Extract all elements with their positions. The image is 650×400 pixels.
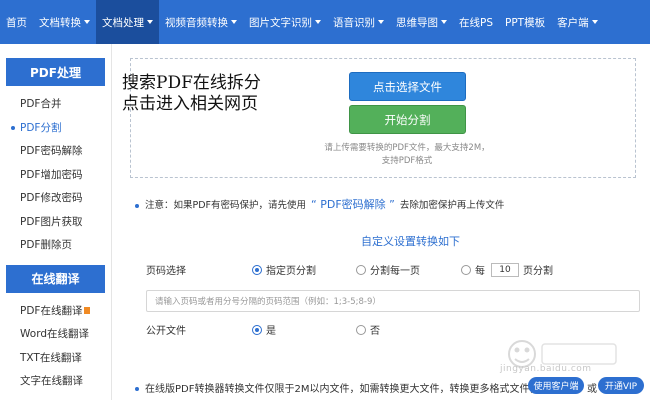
nav-item-label: 客户端 [557, 16, 589, 29]
sidebar-item-pdf-1[interactable]: PDF分割 [0, 116, 111, 140]
radio-circle-icon [356, 264, 366, 275]
password-notice: 注意：如果PDF有密码保护，请先使用 “ PDF密码解除 ” 去除加密保护再上传文件 [135, 196, 504, 212]
notice-suffix: 去除加密保护再上传文件 [399, 200, 505, 211]
public-file-label: 公开文件 [146, 326, 186, 337]
annotation-line-1: 搜索PDF在线拆分 [122, 73, 261, 93]
chevron-down-icon [231, 20, 237, 24]
radio-circle-icon [461, 264, 471, 275]
sidebar-item-label: 文字在线翻译 [20, 375, 83, 388]
radio-public-no-label: 否 [370, 326, 380, 337]
nav-item-label: 文档处理 [102, 16, 144, 29]
select-file-button[interactable]: 点击选择文件 [349, 72, 466, 101]
nav-item-label: 视频音频转换 [165, 16, 228, 29]
nav-item-4[interactable]: 图片文字识别 [243, 0, 327, 44]
nav-item-9[interactable]: 客户端 [551, 0, 604, 44]
sidebar-item-label: PDF增加密码 [20, 168, 83, 181]
sidebar-item-label: Word在线翻译 [20, 328, 89, 341]
sidebar-item-translate-3[interactable]: 文字在线翻译 [0, 369, 111, 393]
sidebar-item-pdf-5[interactable]: PDF图片获取 [0, 210, 111, 234]
pdf-unlock-link[interactable]: “ PDF密码解除 ” [311, 198, 395, 211]
radio-circle-icon [252, 324, 262, 335]
nav-item-5[interactable]: 语音识别 [327, 0, 390, 44]
footer-or: 或 [587, 384, 597, 395]
sidebar-item-pdf-2[interactable]: PDF密码解除 [0, 139, 111, 163]
radio-specified-label: 指定页分割 [266, 266, 316, 277]
new-badge-icon [84, 306, 91, 314]
nav-item-7[interactable]: 在线PS [453, 0, 499, 44]
chevron-down-icon [378, 20, 384, 24]
sidebar-item-pdf-3[interactable]: PDF增加密码 [0, 163, 111, 187]
nav-item-label: 思维导图 [396, 16, 438, 29]
nav-item-6[interactable]: 思维导图 [390, 0, 453, 44]
nav-item-1[interactable]: 文档转换 [33, 0, 96, 44]
nav-item-0[interactable]: 首页 [0, 0, 33, 44]
sidebar: PDF处理 PDF合并 PDF分割 PDF密码解除 PDF增加密码 PDF修改密码 PDF… [0, 44, 112, 400]
sidebar-item-pdf-6[interactable]: PDF删除页 [0, 233, 111, 257]
annotation-line-2: 点击进入相关网页 [122, 94, 258, 114]
chevron-down-icon [147, 20, 153, 24]
nav-item-label: 文档转换 [39, 16, 81, 29]
open-vip-button[interactable]: 开通VIP [598, 377, 644, 394]
radio-public-yes[interactable]: 是 [252, 322, 276, 337]
notice-prefix: 注意：如果PDF有密码保护，请先使用 [145, 200, 307, 211]
sidebar-item-pdf-4[interactable]: PDF修改密码 [0, 186, 111, 210]
page-range-input[interactable]: 请输入页码或者用分号分隔的页码范围（例如：1;3-5;8-9） [146, 290, 640, 312]
annotation-text: 搜索PDF在线拆分 点击进入相关网页 [122, 73, 261, 115]
sidebar-item-label: PDF图片获取 [20, 215, 83, 228]
sidebar-item-label: PDF修改密码 [20, 192, 83, 205]
radio-each-page[interactable]: 分割每一页 [356, 262, 420, 277]
nav-item-2[interactable]: 文档处理 [96, 0, 159, 44]
sidebar-item-label: PDF删除页 [20, 239, 72, 252]
sidebar-item-label: TXT在线翻译 [20, 351, 82, 364]
radio-circle-icon [252, 264, 262, 275]
chevron-down-icon [441, 20, 447, 24]
settings-title: 自定义设置转换如下 [361, 235, 460, 248]
nav-item-label: 语音识别 [333, 16, 375, 29]
sidebar-item-label: PDF分割 [20, 121, 62, 134]
use-client-button[interactable]: 使用客户端 [528, 377, 584, 394]
sidebar-item-label: PDF密码解除 [20, 145, 83, 158]
sidebar-item-translate-0[interactable]: PDF在线翻译 [0, 299, 111, 323]
bullet-icon [135, 203, 139, 208]
nav-item-8[interactable]: PPT模板 [499, 0, 551, 44]
nav-item-3[interactable]: 视频音频转换 [159, 0, 243, 44]
top-nav: 首页 文档转换 文档处理 视频音频转换 图片文字识别 语音识别 思维导图 在线PS PPT模板客… [0, 0, 650, 44]
sidebar-item-translate-1[interactable]: Word在线翻译 [0, 322, 111, 346]
radio-every-prefix: 每 [475, 266, 485, 277]
chevron-down-icon [84, 20, 90, 24]
sidebar-heading-pdf: PDF处理 [6, 58, 105, 86]
footer-text: 在线版PDF转换器转换文件仅限于2M以内文件，如需转换更大文件，转换更多格式文件… [145, 384, 550, 395]
page-select-label: 页码选择 [146, 266, 186, 277]
sidebar-item-label: PDF在线翻译 [20, 304, 83, 317]
upload-hint-line-2: 支持PDF格式 [381, 156, 433, 166]
watermark-text: jingyan.baidu.com [500, 364, 592, 374]
pages-per-split-input[interactable]: 10 [491, 262, 519, 277]
radio-public-no[interactable]: 否 [356, 322, 380, 337]
radio-public-yes-label: 是 [266, 326, 276, 337]
chevron-down-icon [315, 20, 321, 24]
sidebar-item-translate-2[interactable]: TXT在线翻译 [0, 346, 111, 370]
bullet-icon [135, 387, 139, 391]
upload-hint-line-1: 请上传需要转换的PDF文件，最大支持2M， [324, 143, 490, 153]
radio-every-suffix: 页分割 [523, 266, 553, 277]
footer-note: 在线版PDF转换器转换文件仅限于2M以内文件，如需转换更大文件，转换更多格式文件… [135, 380, 549, 395]
start-split-button[interactable]: 开始分割 [349, 105, 466, 134]
sidebar-item-label: PDF合并 [20, 98, 62, 111]
nav-item-label: 在线PS [459, 16, 493, 29]
radio-specified-pages[interactable]: 指定页分割 [252, 262, 316, 277]
sidebar-heading-translate: 在线翻译 [6, 264, 105, 293]
nav-item-label: 图片文字识别 [249, 16, 312, 29]
radio-circle-icon [356, 324, 366, 335]
radio-each-label: 分割每一页 [370, 266, 420, 277]
sidebar-item-pdf-0[interactable]: PDF合并 [0, 92, 111, 116]
nav-item-label: 首页 [6, 16, 27, 29]
radio-every-n-pages[interactable]: 每 10 页分割 [461, 262, 553, 277]
chevron-down-icon [591, 20, 598, 24]
nav-item-label: PPT模板 [505, 16, 546, 29]
